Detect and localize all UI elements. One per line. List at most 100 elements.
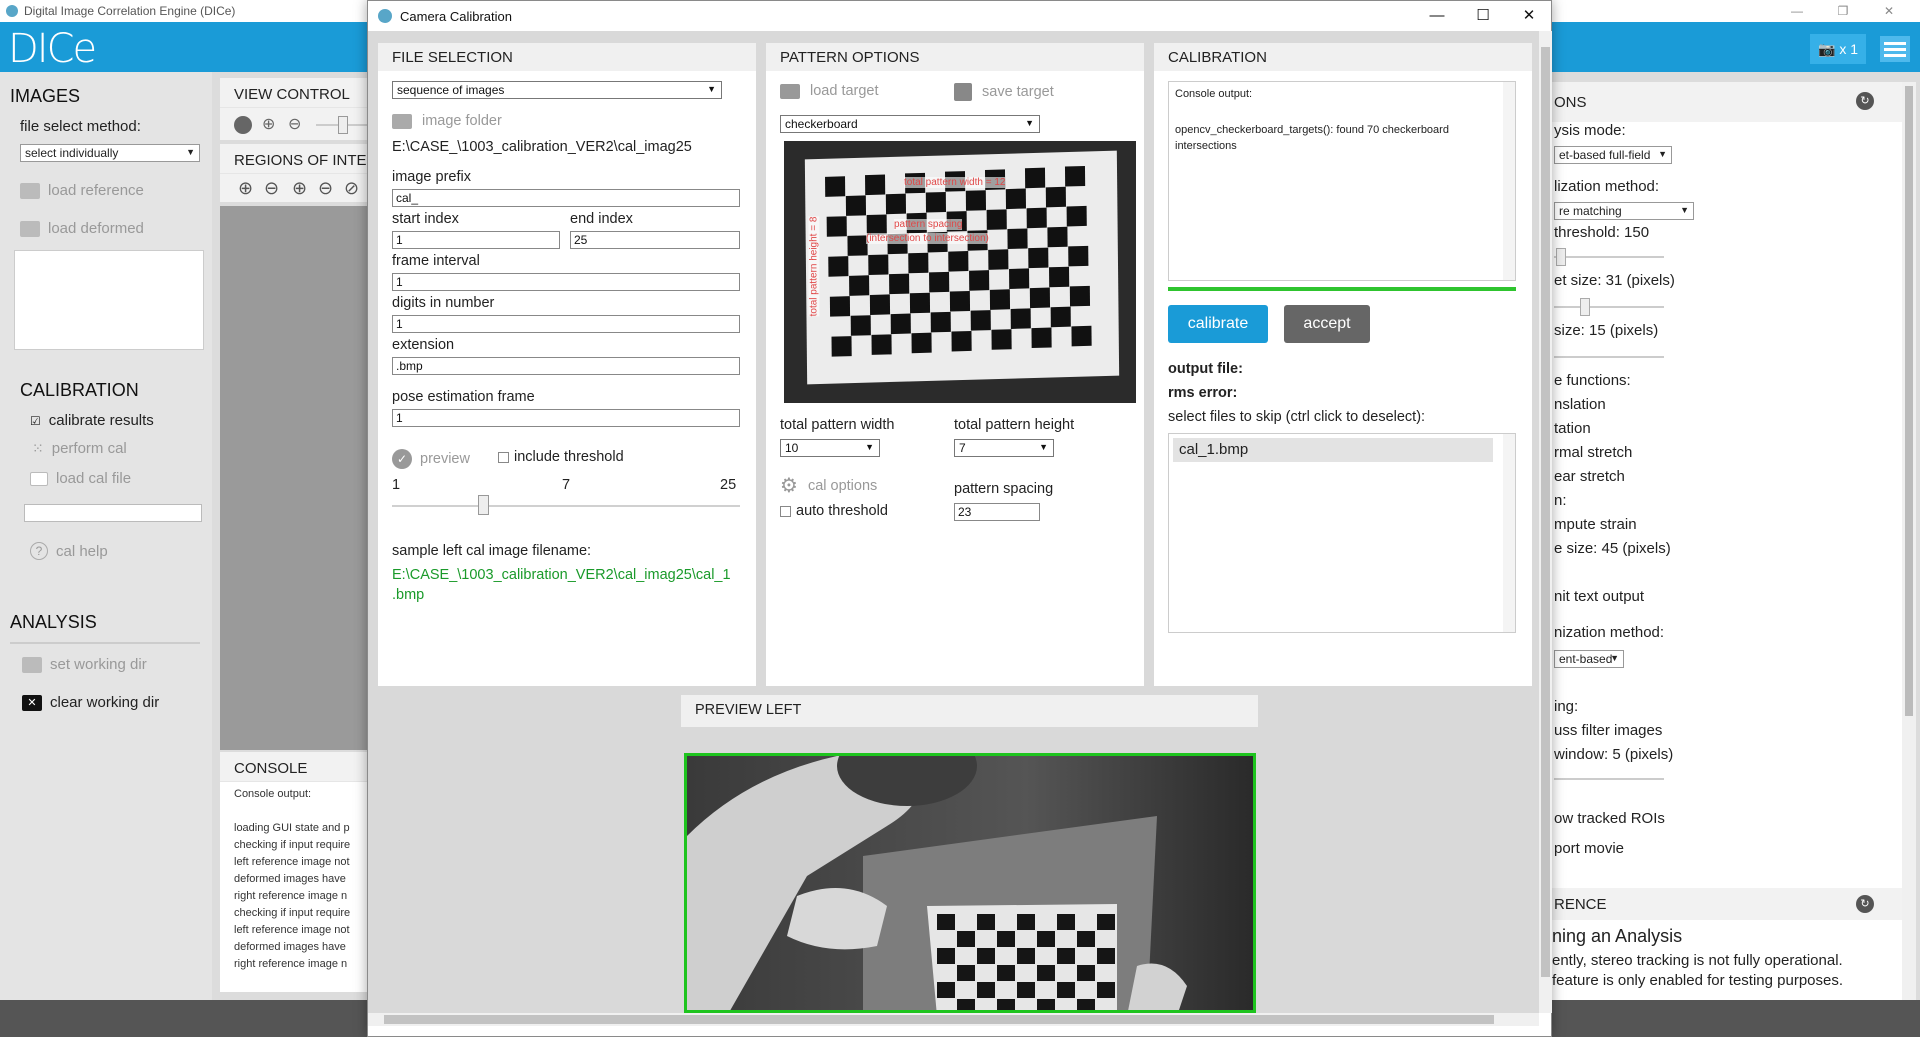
calibration-section-title: CALIBRATION <box>20 380 139 400</box>
remove-roi-icon[interactable]: ⊖ <box>264 178 279 199</box>
subset-size-slider[interactable] <box>1554 306 1664 308</box>
cal-options-button[interactable]: ⚙ cal options <box>780 473 877 498</box>
set-working-dir-button[interactable]: set working dir <box>22 656 147 673</box>
gauss-filter-option[interactable]: uss filter images <box>1554 722 1662 739</box>
subset-size-slider-knob[interactable] <box>1580 298 1590 316</box>
console-line: left reference image not <box>234 856 350 868</box>
shear-stretch-option[interactable]: ear stretch <box>1554 468 1625 485</box>
minimize-icon[interactable]: — <box>1774 0 1820 22</box>
close-icon[interactable]: ✕ <box>1866 0 1912 22</box>
skip-file-item[interactable]: cal_1.bmp <box>1173 438 1493 462</box>
hamburger-menu-icon[interactable] <box>1880 36 1910 62</box>
checker-square <box>889 273 910 295</box>
perform-cal-button[interactable]: ⁙ perform cal <box>32 440 127 457</box>
load-reference-button[interactable]: load reference <box>20 182 144 199</box>
checkbox-box <box>498 451 509 463</box>
refresh-icon[interactable]: ↻ <box>1856 92 1874 110</box>
checker-square <box>1026 207 1047 229</box>
gauss-window-slider[interactable] <box>1554 778 1664 780</box>
pattern-spacing-input[interactable]: 23 <box>954 503 1040 521</box>
extension-label: extension <box>392 337 455 353</box>
file-mode-dropdown[interactable]: sequence of images ▼ <box>392 81 722 99</box>
add-roi-icon[interactable]: ⊕ <box>238 178 253 199</box>
frame-slider[interactable] <box>392 505 740 507</box>
optimization-method-dropdown[interactable]: ent-based ▼ <box>1554 650 1624 668</box>
photo-checker-square <box>1037 965 1055 981</box>
maximize-icon[interactable]: ☐ <box>1460 1 1506 31</box>
load-target-button[interactable]: load target <box>780 83 879 99</box>
export-movie-option[interactable]: port movie <box>1554 840 1624 857</box>
image-prefix-input[interactable]: cal_ <box>392 189 740 207</box>
target-type-dropdown[interactable]: checkerboard ▼ <box>780 115 1040 133</box>
checker-square <box>1024 167 1046 189</box>
compute-strain-option[interactable]: mpute strain <box>1554 516 1637 533</box>
clear-roi-icon[interactable]: ⊘ <box>344 178 359 199</box>
skip-files-list[interactable]: cal_1.bmp <box>1168 433 1516 633</box>
load-reference-label: load reference <box>48 182 144 199</box>
auto-threshold-checkbox[interactable]: auto threshold <box>780 503 888 519</box>
camera-count-button[interactable]: 📷 x 1 <box>1810 34 1866 64</box>
calibration-console[interactable]: Console output: opencv_checkerboard_targ… <box>1168 81 1516 281</box>
right-scrollbar[interactable] <box>1902 82 1916 1000</box>
pose-frame-input[interactable]: 1 <box>392 409 740 427</box>
check-icon[interactable] <box>234 116 252 134</box>
remove-excluded-icon[interactable]: ⊖ <box>318 178 333 199</box>
minimize-icon[interactable]: — <box>1414 1 1460 31</box>
extension-input[interactable]: .bmp <box>392 357 740 375</box>
zoom-slider-knob[interactable] <box>338 116 348 134</box>
image-folder-button[interactable]: image folder <box>392 113 502 129</box>
analysis-mode-dropdown[interactable]: et-based full-field ▼ <box>1554 146 1672 164</box>
start-index-input[interactable]: 1 <box>392 231 560 249</box>
dialog-vscroll-thumb[interactable] <box>1541 47 1550 977</box>
regions-of-interest-header: REGIONS OF INTER <box>220 144 370 174</box>
accept-button[interactable]: accept <box>1284 305 1370 343</box>
dialog-horizontal-scrollbar[interactable] <box>368 1013 1539 1026</box>
total-height-dropdown[interactable]: 7 ▼ <box>954 439 1054 457</box>
frame-slider-knob[interactable] <box>478 495 489 515</box>
init-method-dropdown[interactable]: re matching ▼ <box>1554 202 1694 220</box>
normal-stretch-option[interactable]: rmal stretch <box>1554 444 1632 461</box>
threshold-slider[interactable] <box>1554 256 1664 258</box>
step-size-slider[interactable] <box>1554 356 1664 358</box>
console-line: right reference image n <box>234 958 348 970</box>
file-select-method-dropdown[interactable]: select individually ▼ <box>20 144 200 162</box>
reference-panel: ning an Analysis ently, stereo tracking … <box>1530 920 1910 1000</box>
image-file-list[interactable] <box>14 250 204 350</box>
calibrate-button[interactable]: calibrate <box>1168 305 1268 343</box>
dialog-vertical-scrollbar[interactable] <box>1539 31 1552 1013</box>
translation-option[interactable]: nslation <box>1554 396 1606 413</box>
include-threshold-checkbox[interactable]: include threshold <box>498 449 624 465</box>
refresh-icon[interactable]: ↻ <box>1856 895 1874 913</box>
zoom-out-icon[interactable]: ⊖ <box>288 114 301 134</box>
cal-file-field[interactable] <box>24 504 202 522</box>
load-deformed-button[interactable]: load deformed <box>20 220 144 237</box>
tip-line-1: ently, stereo tracking is not fully oper… <box>1552 952 1843 969</box>
dialog-hscroll-thumb[interactable] <box>384 1015 1494 1024</box>
frame-interval-input[interactable]: 1 <box>392 273 740 291</box>
save-target-button[interactable]: save target <box>954 83 1054 101</box>
end-index-input[interactable]: 25 <box>570 231 740 249</box>
rotation-option[interactable]: tation <box>1554 420 1591 437</box>
add-excluded-icon[interactable]: ⊕ <box>292 178 307 199</box>
clear-working-dir-button[interactable]: ✕ clear working dir <box>22 694 159 711</box>
threshold-slider-knob[interactable] <box>1556 248 1566 266</box>
console-scrollbar[interactable] <box>1503 82 1515 280</box>
calibrate-results-checkbox[interactable]: ☑ calibrate results <box>30 412 154 429</box>
preview-button[interactable]: ✓ preview <box>392 449 470 469</box>
start-index-label: start index <box>392 211 459 227</box>
right-scrollbar-thumb[interactable] <box>1905 86 1913 716</box>
total-width-dropdown[interactable]: 10 ▼ <box>780 439 880 457</box>
checkbox-box <box>780 505 791 517</box>
photo-checker-square <box>937 982 955 998</box>
show-tracked-rois-option[interactable]: ow tracked ROIs <box>1554 810 1665 827</box>
camera-icon: 📷 <box>1817 40 1836 57</box>
close-icon[interactable]: ✕ <box>1506 1 1552 31</box>
zoom-in-icon[interactable]: ⊕ <box>262 114 275 134</box>
skip-list-scrollbar[interactable] <box>1503 434 1515 632</box>
restore-icon[interactable]: ❐ <box>1820 0 1866 22</box>
load-cal-file-button[interactable]: load cal file <box>30 470 131 487</box>
preview-left-image[interactable] <box>684 753 1256 1013</box>
omit-text-output-option[interactable]: nit text output <box>1554 588 1644 605</box>
digits-input[interactable]: 1 <box>392 315 740 333</box>
cal-help-button[interactable]: ? cal help <box>30 542 108 560</box>
